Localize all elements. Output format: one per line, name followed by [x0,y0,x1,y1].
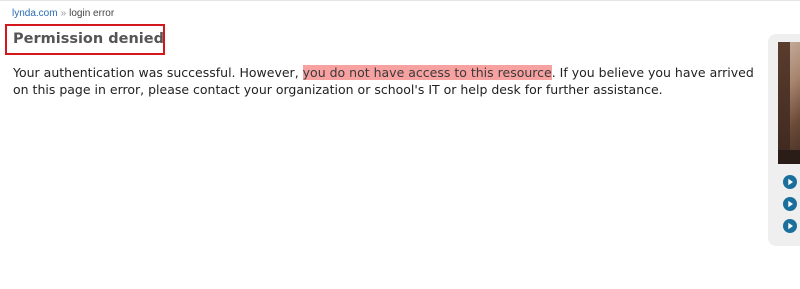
breadcrumb-separator: » [60,8,67,19]
play-arrow-icon [783,219,797,233]
instructor-photo[interactable] [778,42,800,164]
page-title: Permission denied [13,31,164,47]
sidebar-link-1[interactable] [783,175,797,189]
sidebar-link-2[interactable] [783,197,797,211]
play-arrow-icon [783,197,797,211]
message-text-before: Your authentication was successful. Howe… [13,65,303,80]
error-message: Your authentication was successful. Howe… [13,64,758,98]
breadcrumb-home-link[interactable]: lynda.com [12,8,58,19]
photo-hair [778,42,790,164]
message-highlight: you do not have access to this resource [302,65,552,80]
breadcrumb: lynda.com» login error [12,8,114,19]
sidebar-link-3[interactable] [783,219,797,233]
photo-shoulder [778,150,800,164]
top-border [0,0,800,1]
play-arrow-icon [783,175,797,189]
breadcrumb-current: login error [69,8,115,19]
